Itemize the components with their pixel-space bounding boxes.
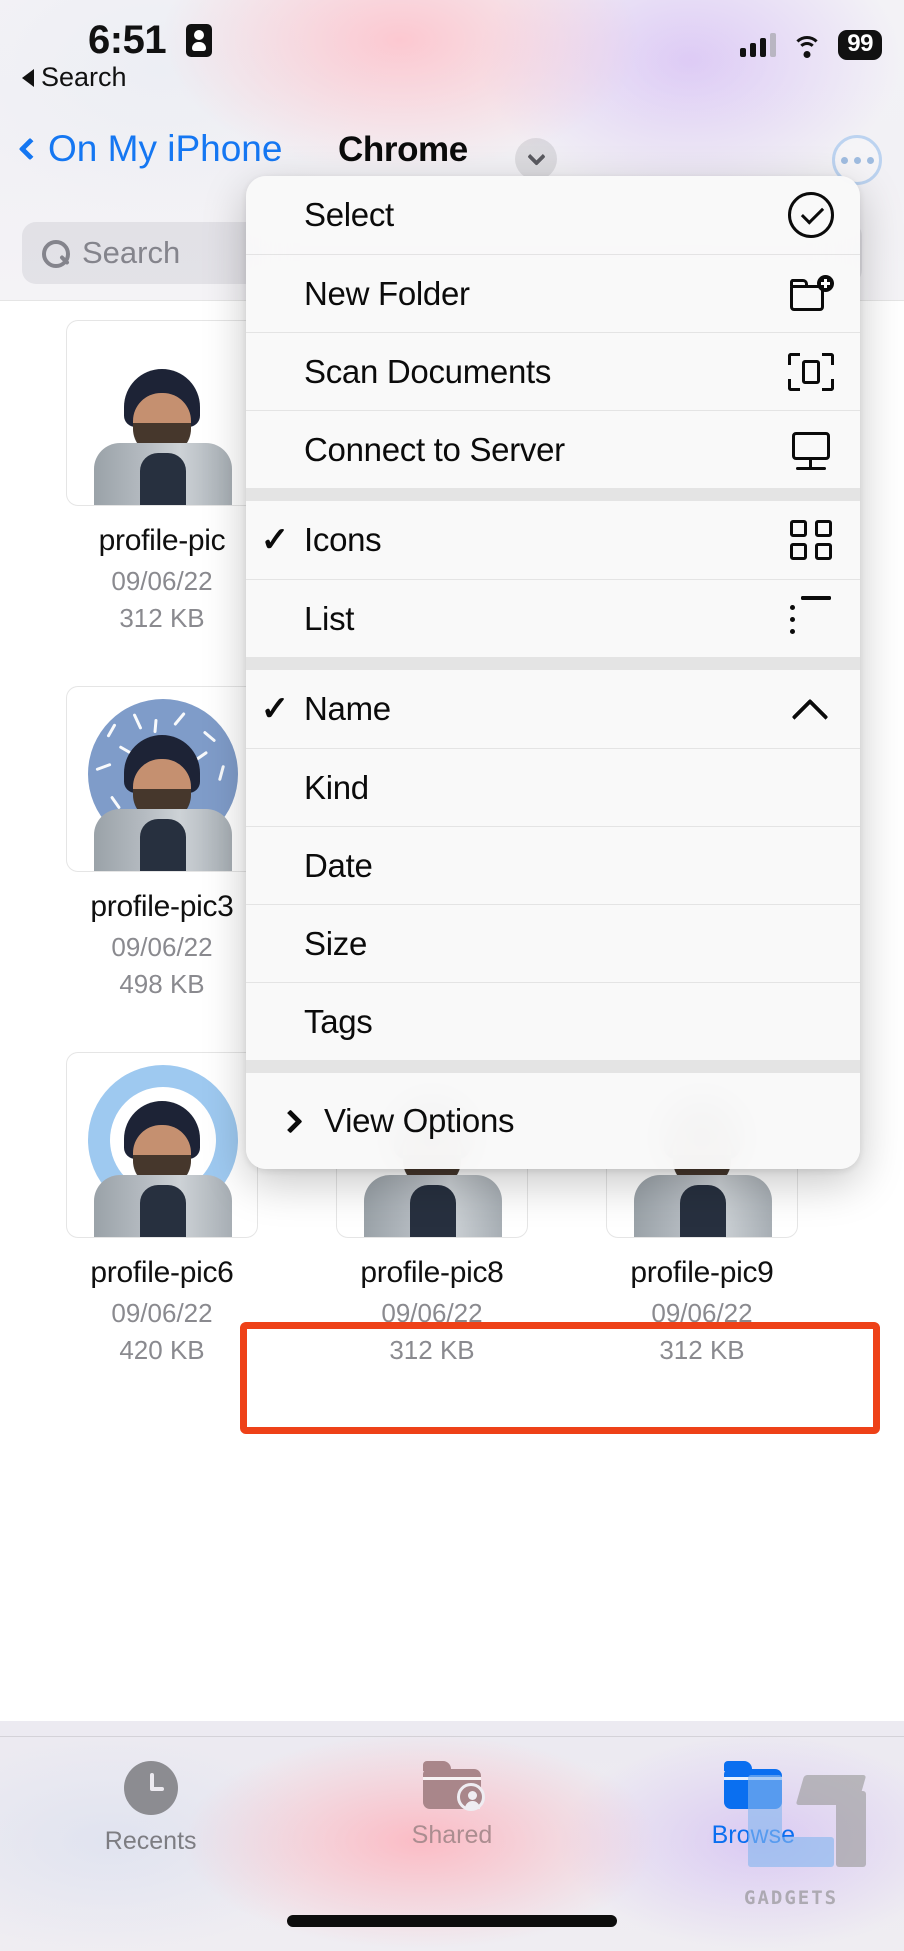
file-size: 420 KB bbox=[119, 1335, 205, 1365]
avatar bbox=[67, 1053, 257, 1237]
home-indicator[interactable] bbox=[287, 1915, 617, 1927]
status-bar-indicators: 99 bbox=[740, 30, 882, 61]
menu-item-size[interactable]: Size bbox=[246, 904, 860, 982]
checkmark-icon: ✓ bbox=[260, 690, 290, 728]
new-folder-icon bbox=[788, 271, 834, 317]
battery-indicator: 99 bbox=[838, 30, 882, 61]
list-item[interactable]: profile-pic 09/06/22 312 KB bbox=[54, 320, 270, 634]
menu-item-label: Scan Documents bbox=[304, 352, 552, 390]
file-date: 09/06/22 bbox=[111, 1298, 213, 1328]
status-bar-back-to-search[interactable]: Search bbox=[22, 62, 127, 93]
list-item[interactable]: profile-pic3 09/06/22 498 KB bbox=[54, 686, 270, 1000]
menu-item-connect-to-server[interactable]: Connect to Server bbox=[246, 410, 860, 488]
search-icon bbox=[42, 240, 70, 268]
file-name: profile-pic6 bbox=[90, 1256, 234, 1289]
menu-item-label: Tags bbox=[304, 1002, 373, 1040]
clock-icon bbox=[123, 1761, 178, 1815]
file-size: 312 KB bbox=[119, 603, 205, 633]
menu-item-label: List bbox=[304, 599, 355, 637]
file-thumbnail bbox=[66, 320, 258, 506]
grid-view-icon bbox=[788, 517, 834, 563]
menu-group-separator bbox=[246, 1060, 860, 1073]
nav-back-button[interactable]: On My iPhone bbox=[18, 128, 283, 170]
menu-group-separator bbox=[246, 657, 860, 670]
menu-icon-placeholder bbox=[788, 999, 834, 1045]
avatar bbox=[67, 321, 257, 505]
scan-documents-icon bbox=[788, 349, 834, 395]
menu-item-label: Icons bbox=[304, 521, 382, 558]
menu-item-label: Name bbox=[304, 690, 391, 727]
server-icon bbox=[788, 427, 834, 473]
menu-item-list[interactable]: List bbox=[246, 579, 860, 657]
menu-icon-placeholder bbox=[788, 843, 834, 889]
file-thumbnail bbox=[66, 686, 258, 872]
context-menu: Select New Folder Scan Documents Connect… bbox=[246, 176, 860, 1169]
shared-folder-icon bbox=[422, 1761, 485, 1811]
check-circle-icon bbox=[788, 192, 834, 238]
phone-screen: 6:51 Search 99 On My iPhone Chrome Searc… bbox=[0, 0, 904, 1951]
chevron-down-icon[interactable] bbox=[515, 138, 557, 180]
file-date: 09/06/22 bbox=[111, 566, 213, 596]
chevron-right-icon bbox=[270, 1108, 310, 1134]
chevron-up-icon bbox=[788, 686, 834, 732]
chevron-left-icon bbox=[18, 137, 42, 161]
page-title: Chrome bbox=[338, 130, 468, 169]
file-size: 498 KB bbox=[119, 969, 205, 999]
menu-item-kind[interactable]: Kind bbox=[246, 748, 860, 826]
menu-item-label: Kind bbox=[304, 768, 369, 806]
file-date: 09/06/22 bbox=[111, 932, 213, 962]
search-placeholder: Search bbox=[82, 235, 181, 270]
menu-item-label: Date bbox=[304, 846, 373, 884]
status-bar: 6:51 Search 99 bbox=[0, 0, 904, 120]
wifi-icon bbox=[792, 34, 823, 58]
nav-back-label: On My iPhone bbox=[48, 128, 283, 169]
file-date: 09/06/22 bbox=[381, 1298, 483, 1328]
menu-item-view-options[interactable]: View Options bbox=[246, 1073, 860, 1169]
menu-item-label: Select bbox=[304, 196, 394, 233]
triangle-left-icon bbox=[22, 68, 34, 87]
menu-item-date[interactable]: Date bbox=[246, 826, 860, 904]
tab-recents[interactable]: Recents bbox=[26, 1761, 276, 1856]
menu-icon-placeholder bbox=[788, 1098, 834, 1144]
file-thumbnail bbox=[66, 1052, 258, 1238]
file-name: profile-pic9 bbox=[630, 1256, 774, 1289]
menu-item-label: Connect to Server bbox=[304, 430, 565, 468]
menu-item-label: View Options bbox=[324, 1102, 515, 1139]
menu-item-label: Size bbox=[304, 924, 367, 962]
status-bar-back-label: Search bbox=[41, 62, 127, 92]
menu-item-new-folder[interactable]: New Folder bbox=[246, 254, 860, 332]
menu-item-name[interactable]: ✓ Name bbox=[246, 670, 860, 748]
file-date: 09/06/22 bbox=[651, 1298, 753, 1328]
list-item[interactable]: profile-pic6 09/06/22 420 KB bbox=[54, 1052, 270, 1366]
menu-icon-placeholder bbox=[788, 765, 834, 811]
file-name: profile-pic8 bbox=[360, 1256, 504, 1289]
menu-item-select[interactable]: Select bbox=[246, 176, 860, 254]
list-view-icon bbox=[788, 595, 834, 642]
tab-shared-label: Shared bbox=[411, 1821, 493, 1849]
file-size: 312 KB bbox=[389, 1335, 475, 1365]
menu-icon-placeholder bbox=[788, 921, 834, 967]
file-size: 312 KB bbox=[659, 1335, 745, 1365]
avatar bbox=[67, 687, 257, 871]
menu-item-scan-documents[interactable]: Scan Documents bbox=[246, 332, 860, 410]
menu-item-tags[interactable]: Tags bbox=[246, 982, 860, 1060]
menu-item-label: New Folder bbox=[304, 274, 470, 312]
status-bar-time: 6:51 bbox=[88, 18, 167, 62]
screen-record-icon bbox=[186, 24, 212, 57]
file-name: profile-pic bbox=[98, 524, 226, 557]
gt-logo-icon: GADGETS bbox=[740, 1765, 880, 1909]
signal-bars-icon bbox=[740, 33, 777, 58]
tab-shared[interactable]: Shared bbox=[327, 1761, 577, 1850]
checkmark-icon: ✓ bbox=[260, 521, 290, 559]
watermark-text: GADGETS bbox=[744, 1887, 839, 1909]
tab-recents-label: Recents bbox=[104, 1827, 197, 1855]
file-name: profile-pic3 bbox=[90, 890, 234, 923]
menu-group-separator bbox=[246, 488, 860, 501]
menu-item-icons[interactable]: ✓ Icons bbox=[246, 501, 860, 579]
